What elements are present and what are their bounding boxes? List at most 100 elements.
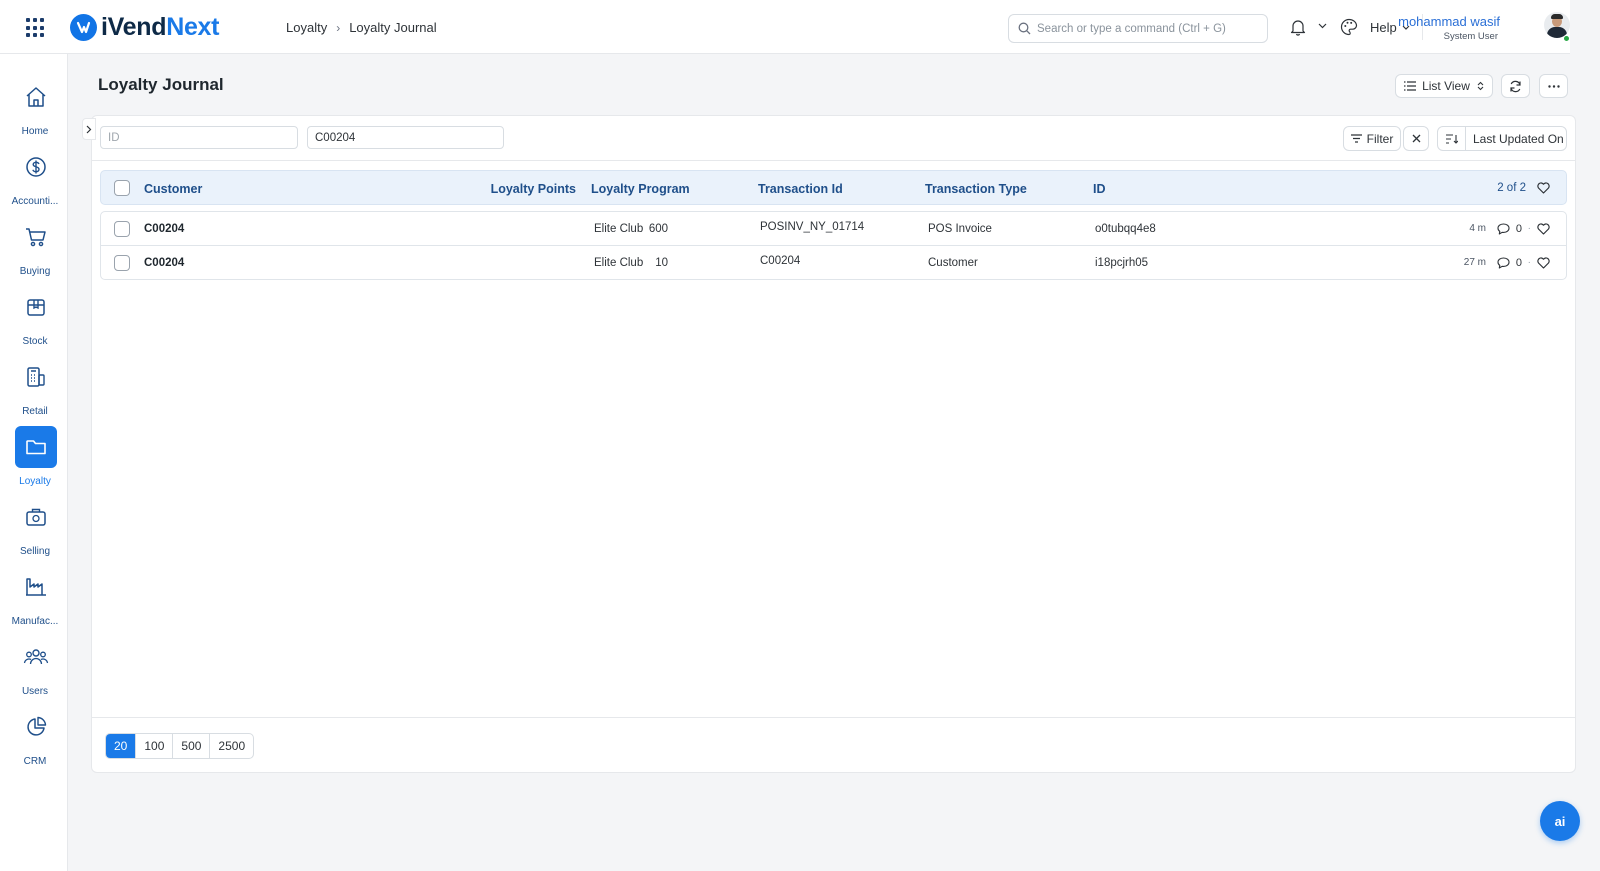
page-size-option[interactable]: 100 [136,734,174,758]
sort-direction-button[interactable] [1438,127,1466,150]
sidebar-item-selling[interactable]: Selling [0,490,68,560]
column-header-customer[interactable]: Customer [144,182,202,196]
clear-filter-button[interactable] [1403,126,1429,151]
folder-icon [26,440,46,455]
filter-button[interactable]: Filter [1343,126,1401,151]
column-header-loyalty-program[interactable]: Loyalty Program [591,182,690,196]
column-header-id[interactable]: ID [1093,182,1106,196]
sidebar-item-stock[interactable]: Stock [0,280,68,350]
sidebar-item-retail[interactable]: Retail [0,350,68,420]
palette-icon[interactable] [1340,18,1358,36]
sort-control[interactable]: Last Updated On [1437,126,1567,151]
comment-count: 0 [1515,257,1522,269]
heart-icon[interactable] [1537,257,1550,269]
sidebar-item-loyalty[interactable]: Loyalty [0,420,68,490]
cell-loyalty-points: 600 [648,223,668,235]
cell-id: o0tubqq4e8 [1095,223,1156,235]
comment-count: 0 [1515,223,1522,235]
row-checkbox[interactable] [114,221,130,237]
ellipsis-icon [1547,84,1560,88]
list-view-label: List View [1422,79,1470,93]
cell-customer[interactable]: C00204 [144,223,184,235]
column-header-loyalty-points[interactable]: Loyalty Points [491,182,576,196]
online-status-dot [1563,35,1570,42]
brand-primary: iVend [101,12,167,41]
sort-updown-icon [1477,81,1484,91]
dollar-icon [26,157,46,177]
sidebar-item-label: CRM [23,756,47,767]
chevron-down-icon[interactable] [1318,23,1327,29]
heart-icon[interactable] [1537,223,1550,235]
pos-icon [27,367,45,387]
page-size-option[interactable]: 20 [106,734,137,758]
filter-label: Filter [1366,131,1394,146]
sidebar-item-label: Retail [22,406,48,417]
bag-icon [26,508,46,526]
search-input[interactable] [1037,22,1257,35]
sidebar-item-crm[interactable]: CRM [0,700,68,770]
table-row[interactable]: C00204 10 Elite Club C00204 Customer i18… [100,245,1567,280]
help-label: Help [1370,20,1397,35]
filter-icon [1350,134,1362,143]
customer-filter-input[interactable] [307,126,504,149]
chevron-right-icon: › [336,20,341,35]
users-icon [23,649,49,665]
sidebar-item-manufacturing[interactable]: Manufac... [0,560,68,630]
breadcrumb-item-loyalty-journal[interactable]: Loyalty Journal [349,20,436,35]
sidebar-item-accounting[interactable]: Accounti... [0,140,68,210]
apps-grid-icon[interactable] [26,18,46,38]
list-view-button[interactable]: List View [1395,74,1493,98]
cell-customer[interactable]: C00204 [144,257,184,269]
logo-mark-icon [70,13,97,41]
cell-id: i18pcjrh05 [1095,257,1149,269]
bell-icon[interactable] [1290,19,1306,36]
sidebar-item-label: Loyalty [19,476,51,487]
heart-icon[interactable] [1537,182,1550,194]
app-logo[interactable]: iVendNext [70,13,219,41]
divider [91,717,1576,718]
sort-descending-icon [1445,133,1458,144]
sidebar-item-buying[interactable]: Buying [0,210,68,280]
cell-loyalty-program: Elite Club [594,223,644,235]
column-header-transaction-id[interactable]: Transaction Id [758,182,843,196]
logo-text: iVendNext [101,13,219,42]
sidebar-item-users[interactable]: Users [0,630,68,700]
search-box[interactable] [1008,14,1268,43]
more-options-button[interactable] [1539,74,1568,98]
comment-icon[interactable] [1497,257,1510,269]
sidebar-item-label: Stock [22,336,48,347]
cart-icon [26,228,46,247]
sidebar-item-label: Buying [19,266,51,277]
page-size-option[interactable]: 500 [173,734,211,758]
cell-loyalty-points: 10 [655,257,668,269]
refresh-icon [1510,80,1521,92]
comment-icon[interactable] [1497,223,1510,235]
sidebar-toggle-button[interactable] [82,118,96,140]
top-bar: iVendNext Loyalty › Loyalty Journal Help… [0,0,1570,54]
page-title: Loyalty Journal [98,75,224,94]
sort-label[interactable]: Last Updated On [1473,132,1564,146]
row-checkbox[interactable] [114,255,130,271]
cell-transaction-type: POS Invoice [928,223,992,235]
search-icon [1018,22,1031,35]
table-row[interactable]: C00204 600 Elite Club POSINV_NY_01714 PO… [100,211,1567,246]
sidebar-item-home[interactable]: Home [0,70,68,140]
refresh-button[interactable] [1501,74,1530,98]
id-filter-input[interactable] [100,126,298,149]
breadcrumb-item-loyalty[interactable]: Loyalty [286,20,327,35]
separator-dot: · [1527,257,1531,268]
factory-icon [26,578,46,596]
chevron-right-icon [86,125,92,133]
page-size-selector: 20 100 500 2500 [105,733,255,759]
list-header: Customer Loyalty Points Loyalty Program … [100,170,1567,205]
box-icon [27,299,45,316]
select-all-checkbox[interactable] [114,180,130,196]
brand-accent: Next [166,12,220,41]
ai-assistant-button[interactable]: ai [1540,801,1580,841]
sidebar-item-label: Home [21,126,49,137]
cell-loyalty-program: Elite Club [594,257,644,269]
user-name[interactable]: mohammad wasif [1398,14,1500,29]
modified-time: 4 m [1469,223,1486,234]
column-header-transaction-type[interactable]: Transaction Type [925,182,1027,196]
page-size-option[interactable]: 2500 [210,734,253,758]
